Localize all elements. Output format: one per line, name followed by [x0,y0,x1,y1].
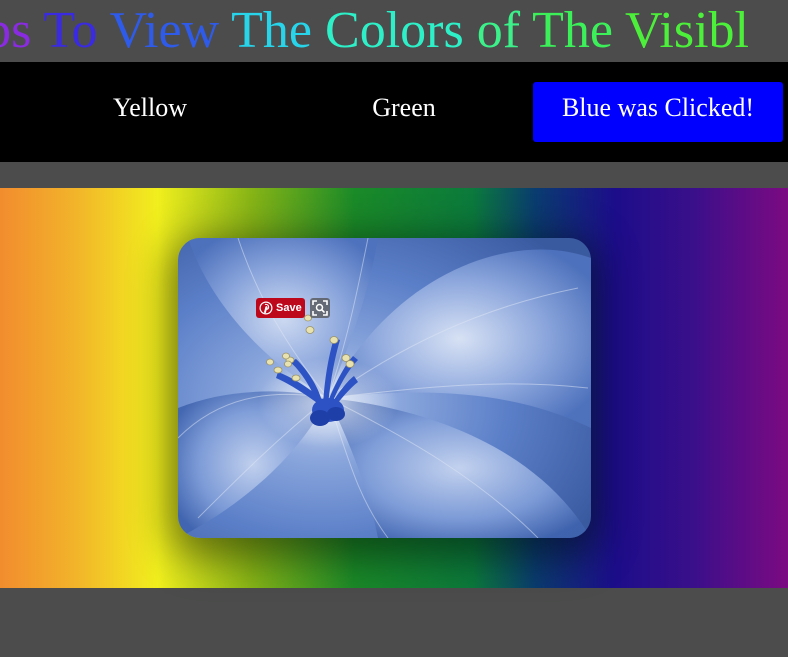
title-segment: abs [0,2,32,59]
title-segment: View [109,2,232,59]
title-segment: Visibl [625,2,750,59]
tab-green[interactable]: Green [278,82,530,142]
pinterest-icon [259,301,273,315]
flower-photo [178,238,591,538]
title-segment: To [43,2,110,59]
page-header: abs To View The Colors of The Visibl [0,0,788,62]
title-segment: of [476,2,533,59]
tab-blue[interactable]: Blue was Clicked! [533,82,783,142]
pinterest-save-button[interactable]: Save [256,298,305,318]
save-label: Save [276,302,302,314]
tab-bar: Yellow Green Blue was Clicked! [0,62,788,162]
spectrum-panel [0,188,788,588]
blue-flower-image [178,238,591,538]
visual-search-icon [312,300,328,316]
visual-search-button[interactable] [310,298,330,318]
tab-yellow[interactable]: Yellow [24,82,276,142]
title-segment: The [532,2,625,59]
title-segment: The [231,2,326,59]
title-segment: Colors [325,2,477,59]
page-title: abs To View The Colors of The Visibl [0,0,749,62]
